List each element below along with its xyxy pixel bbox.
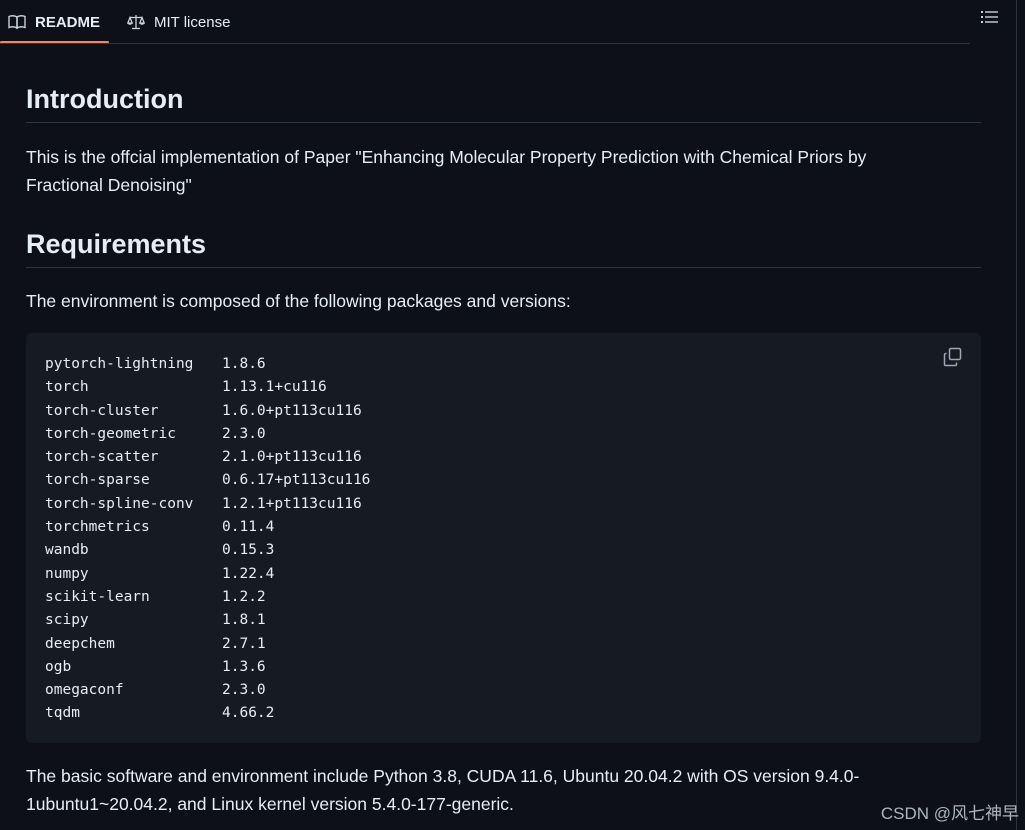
heading-introduction: Introduction — [26, 82, 981, 123]
package-name: torchmetrics — [45, 519, 150, 536]
package-row: omegaconf 2.3.0 — [45, 679, 370, 702]
package-version: 1.22.4 — [222, 565, 275, 582]
tab-license-label: MIT license — [154, 13, 231, 31]
package-name: torch-scatter — [45, 449, 159, 466]
package-name: torch — [45, 379, 89, 396]
package-name: scikit-learn — [45, 588, 150, 605]
requirements-paragraph: The environment is composed of the follo… — [26, 291, 571, 311]
package-version: 0.15.3 — [222, 542, 275, 559]
package-version: 2.3.0 — [222, 425, 266, 442]
panel-border — [1016, 0, 1017, 830]
package-row: torchmetrics 0.11.4 — [45, 516, 370, 539]
heading-requirements: Requirements — [26, 227, 981, 268]
package-version: 0.6.17+pt113cu116 — [222, 472, 371, 489]
package-list: pytorch-lightning 1.8.6 torch 1.13.1+cu116… — [45, 353, 370, 726]
package-version: 0.11.4 — [222, 519, 275, 536]
package-row: wandb 0.15.3 — [45, 539, 370, 562]
package-name: torch-cluster — [45, 402, 159, 419]
package-name: omegaconf — [45, 682, 124, 699]
watermark: CSDN @风七神早 — [880, 804, 1019, 823]
code-block: pytorch-lightning 1.8.6 torch 1.13.1+cu116… — [26, 333, 981, 743]
package-row: pytorch-lightning 1.8.6 — [45, 353, 370, 376]
package-version: 1.2.1+pt113cu116 — [222, 495, 362, 512]
package-row: torch 1.13.1+cu116 — [45, 376, 370, 399]
tab-license[interactable]: MIT license — [127, 0, 230, 44]
copy-button[interactable] — [941, 347, 965, 371]
intro-paragraph: This is the offcial implementation of Pa… — [26, 147, 867, 195]
package-name: deepchem — [45, 635, 115, 652]
package-version: 1.8.1 — [222, 612, 266, 629]
package-version: 1.2.2 — [222, 588, 266, 605]
package-row: torch-spline-conv 1.2.1+pt113cu116 — [45, 493, 370, 516]
package-version: 2.1.0+pt113cu116 — [222, 449, 362, 466]
table-of-contents-button[interactable] — [976, 5, 1004, 33]
package-name: wandb — [45, 542, 89, 559]
law-scale-icon — [127, 14, 145, 30]
package-version: 1.8.6 — [222, 356, 266, 372]
package-row: deepchem 2.7.1 — [45, 633, 370, 656]
readme-tab-bar: README MIT license — [0, 0, 1025, 44]
package-row: torch-cluster 1.6.0+pt113cu116 — [45, 400, 370, 423]
package-version: 1.6.0+pt113cu116 — [222, 402, 362, 419]
readme-page: README MIT license Introduction This is … — [0, 0, 1025, 830]
package-row: tqdm 4.66.2 — [45, 702, 370, 725]
environment-paragraph: The basic software and environment inclu… — [26, 766, 860, 814]
package-version: 2.7.1 — [222, 635, 266, 652]
package-version: 1.3.6 — [222, 658, 266, 675]
package-row: torch-scatter 2.1.0+pt113cu116 — [45, 446, 370, 469]
copy-icon — [943, 347, 963, 372]
package-row: ogb 1.3.6 — [45, 656, 370, 679]
package-name: torch-spline-conv — [45, 495, 194, 512]
package-name: torch-geometric — [45, 425, 176, 442]
package-row: numpy 1.22.4 — [45, 563, 370, 586]
package-row: scipy 1.8.1 — [45, 609, 370, 632]
package-name: tqdm — [45, 705, 80, 722]
package-name: ogb — [45, 658, 72, 675]
tab-bar-divider — [0, 43, 970, 44]
tab-readme[interactable]: README — [8, 0, 100, 44]
package-row: torch-sparse 0.6.17+pt113cu116 — [45, 469, 370, 492]
package-row: scikit-learn 1.2.2 — [45, 586, 370, 609]
package-name: torch-sparse — [45, 472, 150, 489]
tab-readme-label: README — [35, 13, 101, 31]
list-unordered-icon — [981, 9, 999, 30]
package-version: 2.3.0 — [222, 682, 266, 699]
package-name: pytorch-lightning — [45, 356, 194, 372]
package-version: 1.13.1+cu116 — [222, 379, 327, 396]
package-name: numpy — [45, 565, 89, 582]
package-version: 4.66.2 — [222, 705, 275, 722]
package-name: scipy — [45, 612, 89, 629]
package-row: torch-geometric 2.3.0 — [45, 423, 370, 446]
book-icon — [8, 14, 26, 30]
